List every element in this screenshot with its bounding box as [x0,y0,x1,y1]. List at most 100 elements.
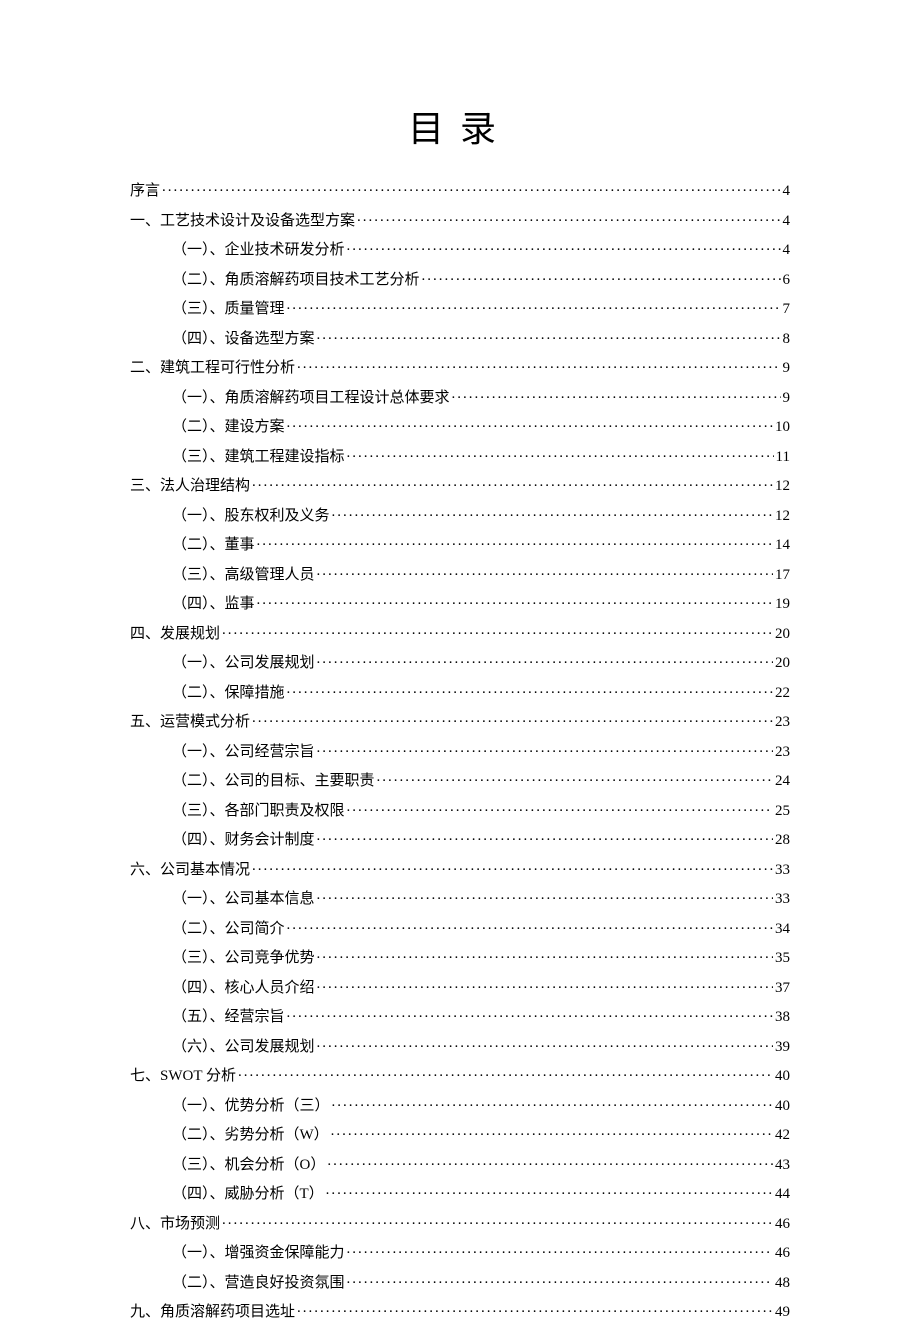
toc-leader-dots [347,239,781,254]
toc-entry-label: （一）、增强资金保障能力 [172,1246,345,1261]
toc-leader-dots [332,1095,773,1110]
toc-entry-page: 34 [775,922,790,937]
toc-entry-label: （二）、建设方案 [172,420,285,435]
toc-leader-dots [238,1065,773,1080]
toc-leader-dots [252,475,773,490]
toc-entry-page: 23 [775,715,790,730]
toc-entry-label: （三）、机会分析（O） [172,1158,325,1173]
toc-entry-page: 10 [775,420,790,435]
toc-entry-page: 24 [775,774,790,789]
toc-entry: 二、建筑工程可行性分析9 [130,357,790,376]
toc-leader-dots [317,652,773,667]
toc-entry-label: （四）、威胁分析（T） [172,1187,324,1202]
toc-entry-page: 33 [775,863,790,878]
toc-leader-dots [287,298,781,313]
toc-entry: （三）、公司竞争优势 35 [130,947,790,966]
toc-entry-label: （二）、公司的目标、主要职责 [172,774,375,789]
toc-entry-label: （二）、营造良好投资氛围 [172,1276,345,1291]
toc-entry-label: （三）、各部门职责及权限 [172,804,345,819]
toc-entry: （二）、保障措施22 [130,682,790,701]
toc-leader-dots [317,829,773,844]
toc-entry: （四）、设备选型方案8 [130,328,790,347]
toc-entry-page: 49 [775,1305,790,1320]
toc-entry: （二）、公司简介 34 [130,918,790,937]
toc-leader-dots [452,387,781,402]
toc-leader-dots [317,564,773,579]
toc-entry-page: 9 [783,391,791,406]
toc-leader-dots [287,1006,773,1021]
toc-leader-dots [317,1036,773,1051]
toc-entry-label: 八、市场预测 [130,1217,220,1232]
toc-entry-label: （二）、角质溶解药项目技术工艺分析 [172,273,420,288]
toc-entry-page: 4 [783,214,791,229]
toc-entry-label: 六、公司基本情况 [130,863,250,878]
toc-entry-label: （一）、优势分析（三） [172,1099,330,1114]
toc-leader-dots [327,1154,773,1169]
toc-entry-label: 五、运营模式分析 [130,715,250,730]
toc-leader-dots [252,859,773,874]
toc-entry-label: 三、法人治理结构 [130,479,250,494]
toc-entry-page: 17 [775,568,790,583]
toc-entry: （六）、公司发展规划 39 [130,1036,790,1055]
toc-entry-label: （三）、建筑工程建设指标 [172,450,345,465]
toc-entry: （三）、各部门职责及权限 25 [130,800,790,819]
toc-entry-page: 12 [775,479,790,494]
toc-entry-page: 7 [783,302,791,317]
toc-entry: 八、市场预测 46 [130,1213,790,1232]
toc-entry: （一）、公司发展规划20 [130,652,790,671]
toc-entry-label: 七、SWOT 分析 [130,1069,236,1084]
toc-leader-dots [222,1213,773,1228]
toc-entry-label: （二）、董事 [172,538,255,553]
toc-entry: （二）、角质溶解药项目技术工艺分析6 [130,269,790,288]
toc-entry-page: 33 [775,892,790,907]
toc-entry-page: 44 [775,1187,790,1202]
toc-leader-dots [357,210,780,225]
toc-entry: （二）、劣势分析（W）42 [130,1124,790,1143]
toc-entry-page: 37 [775,981,790,996]
toc-entry-page: 9 [783,361,791,376]
toc-leader-dots [317,947,773,962]
toc-entry-label: （三）、公司竞争优势 [172,951,315,966]
toc-entry-label: （四）、核心人员介绍 [172,981,315,996]
toc-entry-label: （六）、公司发展规划 [172,1040,315,1055]
toc-entry-page: 25 [775,804,790,819]
toc-entry-page: 46 [775,1217,790,1232]
toc-entry: （一）、角质溶解药项目工程设计总体要求 9 [130,387,790,406]
toc-entry-page: 4 [783,184,791,199]
toc-entry-page: 12 [775,509,790,524]
toc-entry-page: 42 [775,1128,790,1143]
toc-entry: （四）、核心人员介绍 37 [130,977,790,996]
toc-leader-dots [347,800,773,815]
toc-entry-page: 20 [775,627,790,642]
toc-entry-label: 一、工艺技术设计及设备选型方案 [130,214,355,229]
toc-entry-label: （四）、设备选型方案 [172,332,315,347]
toc-entry-label: （三）、高级管理人员 [172,568,315,583]
toc-entry: （一）、公司基本信息33 [130,888,790,907]
toc-leader-dots [252,711,773,726]
toc-leader-dots [317,741,773,756]
toc-entry-label: （一）、公司经营宗旨 [172,745,315,760]
toc-entry: （一）、优势分析（三）40 [130,1095,790,1114]
toc-entry-label: （一）、企业技术研发分析 [172,243,345,258]
toc-entry: （一）、增强资金保障能力46 [130,1242,790,1261]
toc-entry-label: （一）、股东权利及义务 [172,509,330,524]
toc-entry: （二）、营造良好投资氛围48 [130,1272,790,1291]
toc-entry-page: 39 [775,1040,790,1055]
toc-entry: 四、发展规划20 [130,623,790,642]
toc-leader-dots [332,505,773,520]
toc-entry-page: 35 [775,951,790,966]
toc-entry: （五）、经营宗旨38 [130,1006,790,1025]
toc-entry-label: （一）、角质溶解药项目工程设计总体要求 [172,391,450,406]
toc-leader-dots [347,1242,773,1257]
toc-entry-page: 20 [775,656,790,671]
toc-entry: （四）、监事19 [130,593,790,612]
toc-leader-dots [297,357,780,372]
toc-leader-dots [222,623,773,638]
toc-entry: （二）、公司的目标、主要职责 24 [130,770,790,789]
toc-leader-dots [317,888,773,903]
toc-entry-label: （五）、经营宗旨 [172,1010,285,1025]
table-of-contents: 序言4一、工艺技术设计及设备选型方案4（一）、企业技术研发分析4（二）、角质溶解… [130,180,790,1320]
toc-entry-label: （二）、公司简介 [172,922,285,937]
toc-entry-label: （三）、质量管理 [172,302,285,317]
toc-entry: （一）、股东权利及义务 12 [130,505,790,524]
